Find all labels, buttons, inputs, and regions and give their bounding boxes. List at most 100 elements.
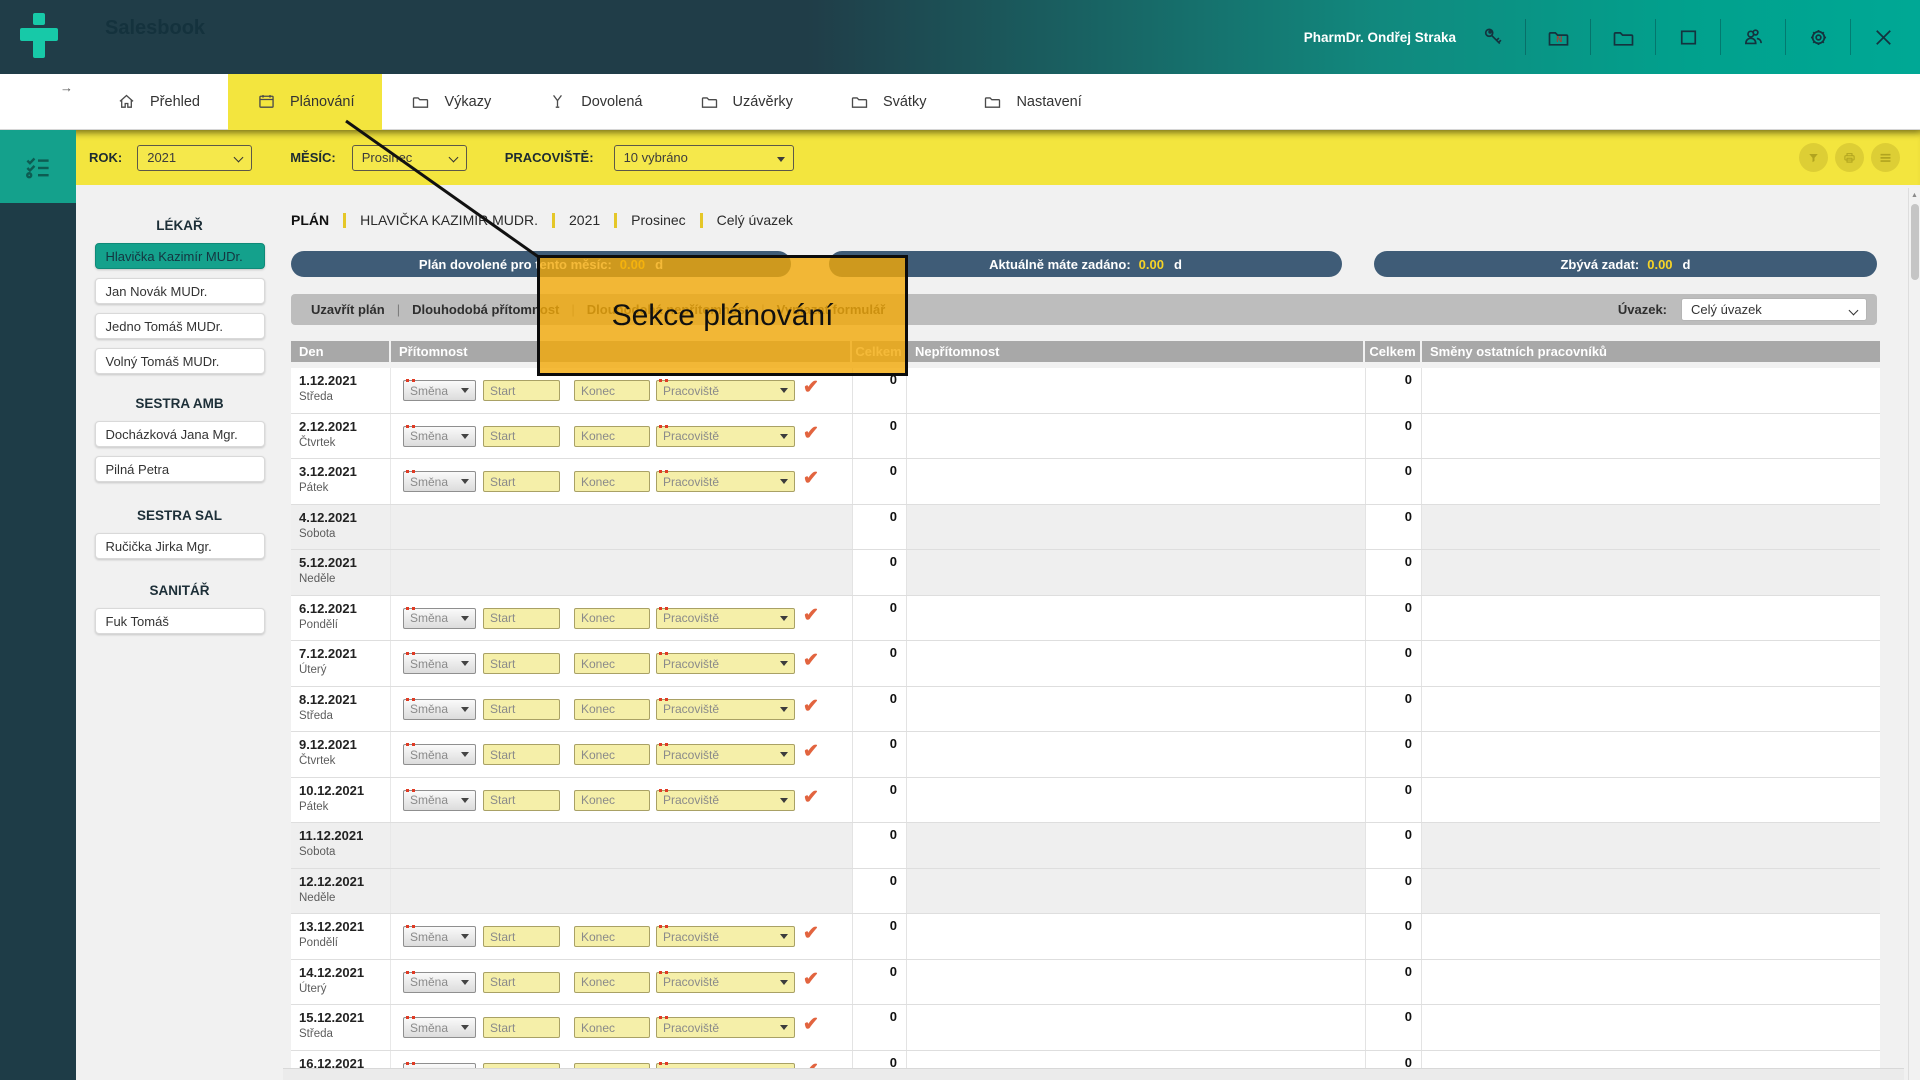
vertical-scrollbar[interactable]: ▲ (1908, 188, 1920, 1080)
scrollbar-thumb[interactable] (1911, 204, 1919, 280)
folder-n-icon[interactable]: N (1543, 22, 1573, 52)
start-input[interactable]: Start (483, 972, 560, 993)
pracoviste-select[interactable]: Pracoviště (656, 653, 795, 674)
pracoviste-select[interactable]: Pracoviště (656, 972, 795, 993)
confirm-check-icon[interactable]: ✔ (803, 740, 819, 763)
confirm-check-icon[interactable]: ✔ (803, 376, 819, 399)
confirm-check-icon[interactable]: ✔ (803, 968, 819, 991)
print-button[interactable] (1835, 143, 1864, 172)
smena-select[interactable]: Směna (403, 1017, 476, 1038)
start-input[interactable]: Start (483, 608, 560, 629)
smena-select[interactable]: Směna (403, 699, 476, 720)
breadcrumb-item[interactable]: Celý úvazek (717, 212, 793, 228)
smena-select[interactable]: Směna (403, 608, 476, 629)
sidebar-expand-arrow-icon[interactable]: → (60, 80, 73, 95)
confirm-check-icon[interactable]: ✔ (803, 467, 819, 490)
start-input[interactable]: Start (483, 744, 560, 765)
confirm-check-icon[interactable]: ✔ (803, 1013, 819, 1036)
smena-select[interactable]: Směna (403, 471, 476, 492)
confirm-check-icon[interactable]: ✔ (803, 604, 819, 627)
konec-input[interactable]: Konec (574, 471, 650, 492)
breadcrumb-item[interactable]: 2021 (569, 212, 600, 228)
tab-prehled[interactable]: Přehled (88, 74, 228, 130)
pracoviste-select[interactable]: Pracoviště (656, 426, 795, 447)
konec-input[interactable]: Konec (574, 608, 650, 629)
toolbar-action[interactable]: Uzavřít plán (311, 302, 385, 317)
start-input[interactable]: Start (483, 380, 560, 401)
start-input[interactable]: Start (483, 1017, 560, 1038)
pracoviste-select[interactable]: Pracoviště (656, 380, 795, 401)
checklist-menu-button[interactable] (0, 130, 76, 203)
konec-input[interactable]: Konec (574, 1017, 650, 1038)
start-input[interactable]: Start (483, 653, 560, 674)
pracoviste-select[interactable]: Pracoviště (656, 699, 795, 720)
folder-icon[interactable] (1608, 22, 1638, 52)
start-input[interactable]: Start (483, 926, 560, 947)
tab-vykazy[interactable]: Výkazy (382, 74, 519, 130)
close-icon[interactable] (1868, 22, 1898, 52)
konec-input[interactable]: Konec (574, 380, 650, 401)
scroll-up-arrow-icon[interactable]: ▲ (1909, 188, 1920, 202)
sidebar-item[interactable]: Volný Tomáš MUDr. (95, 348, 265, 374)
pracoviste-select[interactable]: Pracoviště (656, 608, 795, 629)
start-input[interactable]: Start (483, 471, 560, 492)
pracoviste-select[interactable]: Pracoviště (656, 1017, 795, 1038)
start-input[interactable]: Start (483, 426, 560, 447)
confirm-check-icon[interactable]: ✔ (803, 695, 819, 718)
pracoviste-select[interactable]: Pracoviště (656, 790, 795, 811)
smena-select[interactable]: Směna (403, 380, 476, 401)
users-icon[interactable] (1738, 22, 1768, 52)
row-date: 14.12.2021 (299, 965, 390, 980)
sidebar-item[interactable]: Pilná Petra (95, 456, 265, 482)
konec-input[interactable]: Konec (574, 744, 650, 765)
smena-select[interactable]: Směna (403, 972, 476, 993)
frame-icon[interactable] (1673, 22, 1703, 52)
konec-input[interactable]: Konec (574, 653, 650, 674)
konec-input[interactable]: Konec (574, 972, 650, 993)
sidebar-item[interactable]: Ručička Jirka Mgr. (95, 533, 265, 559)
pracoviste-select[interactable]: Pracoviště (656, 744, 795, 765)
staff-sidebar: LÉKAŘHlavička Kazimír MUDr.Jan Novák MUD… (76, 185, 283, 1080)
smena-select[interactable]: Směna (403, 426, 476, 447)
rok-select[interactable]: 2021 (137, 145, 252, 171)
uvazek-select[interactable]: Celý úvazek (1681, 298, 1867, 321)
user-name[interactable]: PharmDr. Ondřej Straka (1304, 30, 1456, 45)
sidebar-item[interactable]: Docházková Jana Mgr. (95, 421, 265, 447)
smena-select[interactable]: Směna (403, 926, 476, 947)
confirm-check-icon[interactable]: ✔ (803, 786, 819, 809)
konec-input[interactable]: Konec (574, 426, 650, 447)
confirm-check-icon[interactable]: ✔ (803, 422, 819, 445)
tab-planovani[interactable]: Plánování (228, 74, 383, 130)
pracoviste-select[interactable]: Pracoviště (656, 471, 795, 492)
gear-icon[interactable] (1803, 22, 1833, 52)
breadcrumb-item[interactable]: Prosinec (631, 212, 685, 228)
menu-button[interactable] (1871, 143, 1900, 172)
sidebar-item[interactable]: Fuk Tomáš (95, 608, 265, 634)
sidebar-item[interactable]: Jedno Tomáš MUDr. (95, 313, 265, 339)
pracoviste-select[interactable]: 10 vybráno (614, 145, 794, 171)
confirm-check-icon[interactable]: ✔ (803, 922, 819, 945)
konec-input[interactable]: Konec (574, 926, 650, 947)
smena-select[interactable]: Směna (403, 744, 476, 765)
tab-uzaverky[interactable]: Uzávěrky (671, 74, 821, 130)
smena-select[interactable]: Směna (403, 790, 476, 811)
pracoviste-select[interactable]: Pracoviště (656, 926, 795, 947)
tab-dovolena[interactable]: Dovolená (519, 74, 670, 130)
konec-input[interactable]: Konec (574, 790, 650, 811)
horizontal-scrollbar[interactable] (283, 1068, 1904, 1080)
tab-svatky[interactable]: Svátky (821, 74, 955, 130)
celkem-value: 0 (1365, 550, 1422, 595)
sidebar-item[interactable]: Hlavička Kazimír MUDr. (95, 243, 265, 269)
mesic-select[interactable]: Prosinec (352, 145, 467, 171)
tab-nastaveni[interactable]: Nastavení (954, 74, 1109, 130)
start-input[interactable]: Start (483, 699, 560, 720)
filter-button[interactable] (1799, 143, 1828, 172)
breadcrumb-item[interactable]: HLAVIČKA KAZIMÍR MUDR. (360, 212, 538, 228)
smena-select[interactable]: Směna (403, 653, 476, 674)
confirm-check-icon[interactable]: ✔ (803, 649, 819, 672)
start-input[interactable]: Start (483, 790, 560, 811)
key-icon[interactable] (1478, 22, 1508, 52)
konec-input[interactable]: Konec (574, 699, 650, 720)
sidebar-item[interactable]: Jan Novák MUDr. (95, 278, 265, 304)
presence-cell: Směna Start Konec Pracoviště ✔ (391, 960, 852, 1005)
